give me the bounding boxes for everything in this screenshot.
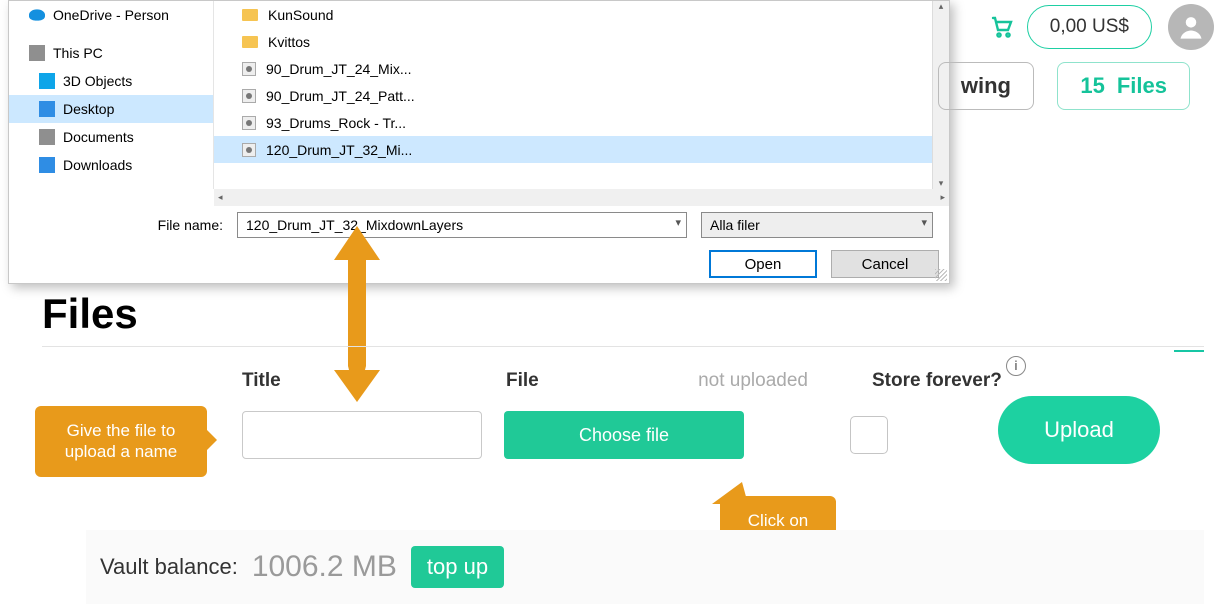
scroll-left-icon[interactable]: ◂ [218,192,223,203]
callout-name-file: Give the file to upload a name [35,406,207,477]
tree-label: This PC [53,45,103,61]
list-item[interactable]: 90_Drum_JT_24_Mix... [214,55,949,82]
folder-icon [242,36,258,48]
cart-icon[interactable] [989,14,1015,40]
folder-tree: OneDrive - Person This PC 3D Objects Des… [9,1,214,189]
file-type-filter[interactable] [701,212,933,238]
scroll-up-icon[interactable]: ▴ [939,1,944,12]
file-name: 90_Drum_JT_24_Mix... [266,61,412,77]
open-button[interactable]: Open [709,250,817,278]
media-file-icon [242,89,256,103]
following-tab-fragment[interactable]: wing [938,62,1034,110]
scroll-right-icon[interactable]: ▸ [940,192,945,203]
file-name: Kvittos [268,34,310,50]
resize-handle-icon[interactable] [935,269,947,281]
vault-value: 1006.2 MB [252,550,397,584]
filename-input[interactable] [237,212,687,238]
divider-accent [1174,350,1204,352]
list-item[interactable]: 90_Drum_JT_24_Patt... [214,82,949,109]
vault-balance-bar: Vault balance: 1006.2 MB top up [86,530,1204,604]
top-up-button[interactable]: top up [411,546,504,588]
topbar-right: 0,00 US$ [989,0,1214,50]
files-count: 15 [1080,73,1104,99]
callout-text: Give the file to [49,420,193,441]
callout-text: Click on [734,510,822,531]
cancel-button[interactable]: Cancel [831,250,939,278]
file-name: 93_Drums_Rock - Tr... [266,115,406,131]
files-label: Files [1117,73,1167,99]
store-forever-label: Store forever? [872,370,1002,391]
media-file-icon [242,62,256,76]
list-item[interactable]: 120_Drum_JT_32_Mi... [214,136,949,163]
download-icon [39,157,55,173]
document-icon [39,129,55,145]
onedrive-icon [29,9,45,20]
cart-total[interactable]: 0,00 US$ [1027,5,1152,49]
tree-onedrive[interactable]: OneDrive - Person [9,1,213,29]
files-tab[interactable]: 15 Files [1057,62,1190,110]
file-name: 120_Drum_JT_32_Mi... [266,142,412,158]
file-list: KunSound Kvittos 90_Drum_JT_24_Mix... 90… [214,1,949,189]
file-name: 90_Drum_JT_24_Patt... [266,88,415,104]
store-forever-checkbox[interactable] [850,416,888,454]
media-file-icon [242,116,256,130]
tree-label: Documents [63,129,134,145]
tree-downloads[interactable]: Downloads [9,151,213,179]
page-title: Files [42,290,138,338]
profile-avatar[interactable] [1168,4,1214,50]
scroll-down-icon[interactable]: ▾ [939,178,944,189]
file-open-dialog: OneDrive - Person This PC 3D Objects Des… [8,0,950,284]
tree-documents[interactable]: Documents [9,123,213,151]
list-item[interactable]: Kvittos [214,28,949,55]
tree-label: Desktop [63,101,114,117]
tree-3d-objects[interactable]: 3D Objects [9,67,213,95]
choose-file-button[interactable]: Choose file [504,411,744,459]
callout-text: upload a name [49,441,193,462]
tree-label: 3D Objects [63,73,132,89]
file-name: KunSound [268,7,333,23]
vault-label: Vault balance: [100,554,238,580]
file-column-label: File [506,370,539,392]
list-item[interactable]: KunSound [214,1,949,28]
cube-icon [39,73,55,89]
filename-label: File name: [9,217,223,233]
upload-button[interactable]: Upload [998,396,1160,464]
list-item[interactable]: 93_Drums_Rock - Tr... [214,109,949,136]
upload-status: not uploaded [698,370,808,392]
divider [42,346,1204,347]
tree-label: OneDrive - Person [53,7,169,23]
info-icon[interactable]: i [1006,356,1026,376]
tree-desktop[interactable]: Desktop [9,95,213,123]
tree-this-pc[interactable]: This PC [9,39,213,67]
title-input[interactable] [242,411,482,459]
title-column-label: Title [242,370,506,392]
pc-icon [29,45,45,61]
desktop-icon [39,101,55,117]
folder-icon [242,9,258,21]
media-file-icon [242,143,256,157]
horizontal-scrollbar[interactable]: ◂▸ [214,189,949,206]
tree-label: Downloads [63,157,132,173]
